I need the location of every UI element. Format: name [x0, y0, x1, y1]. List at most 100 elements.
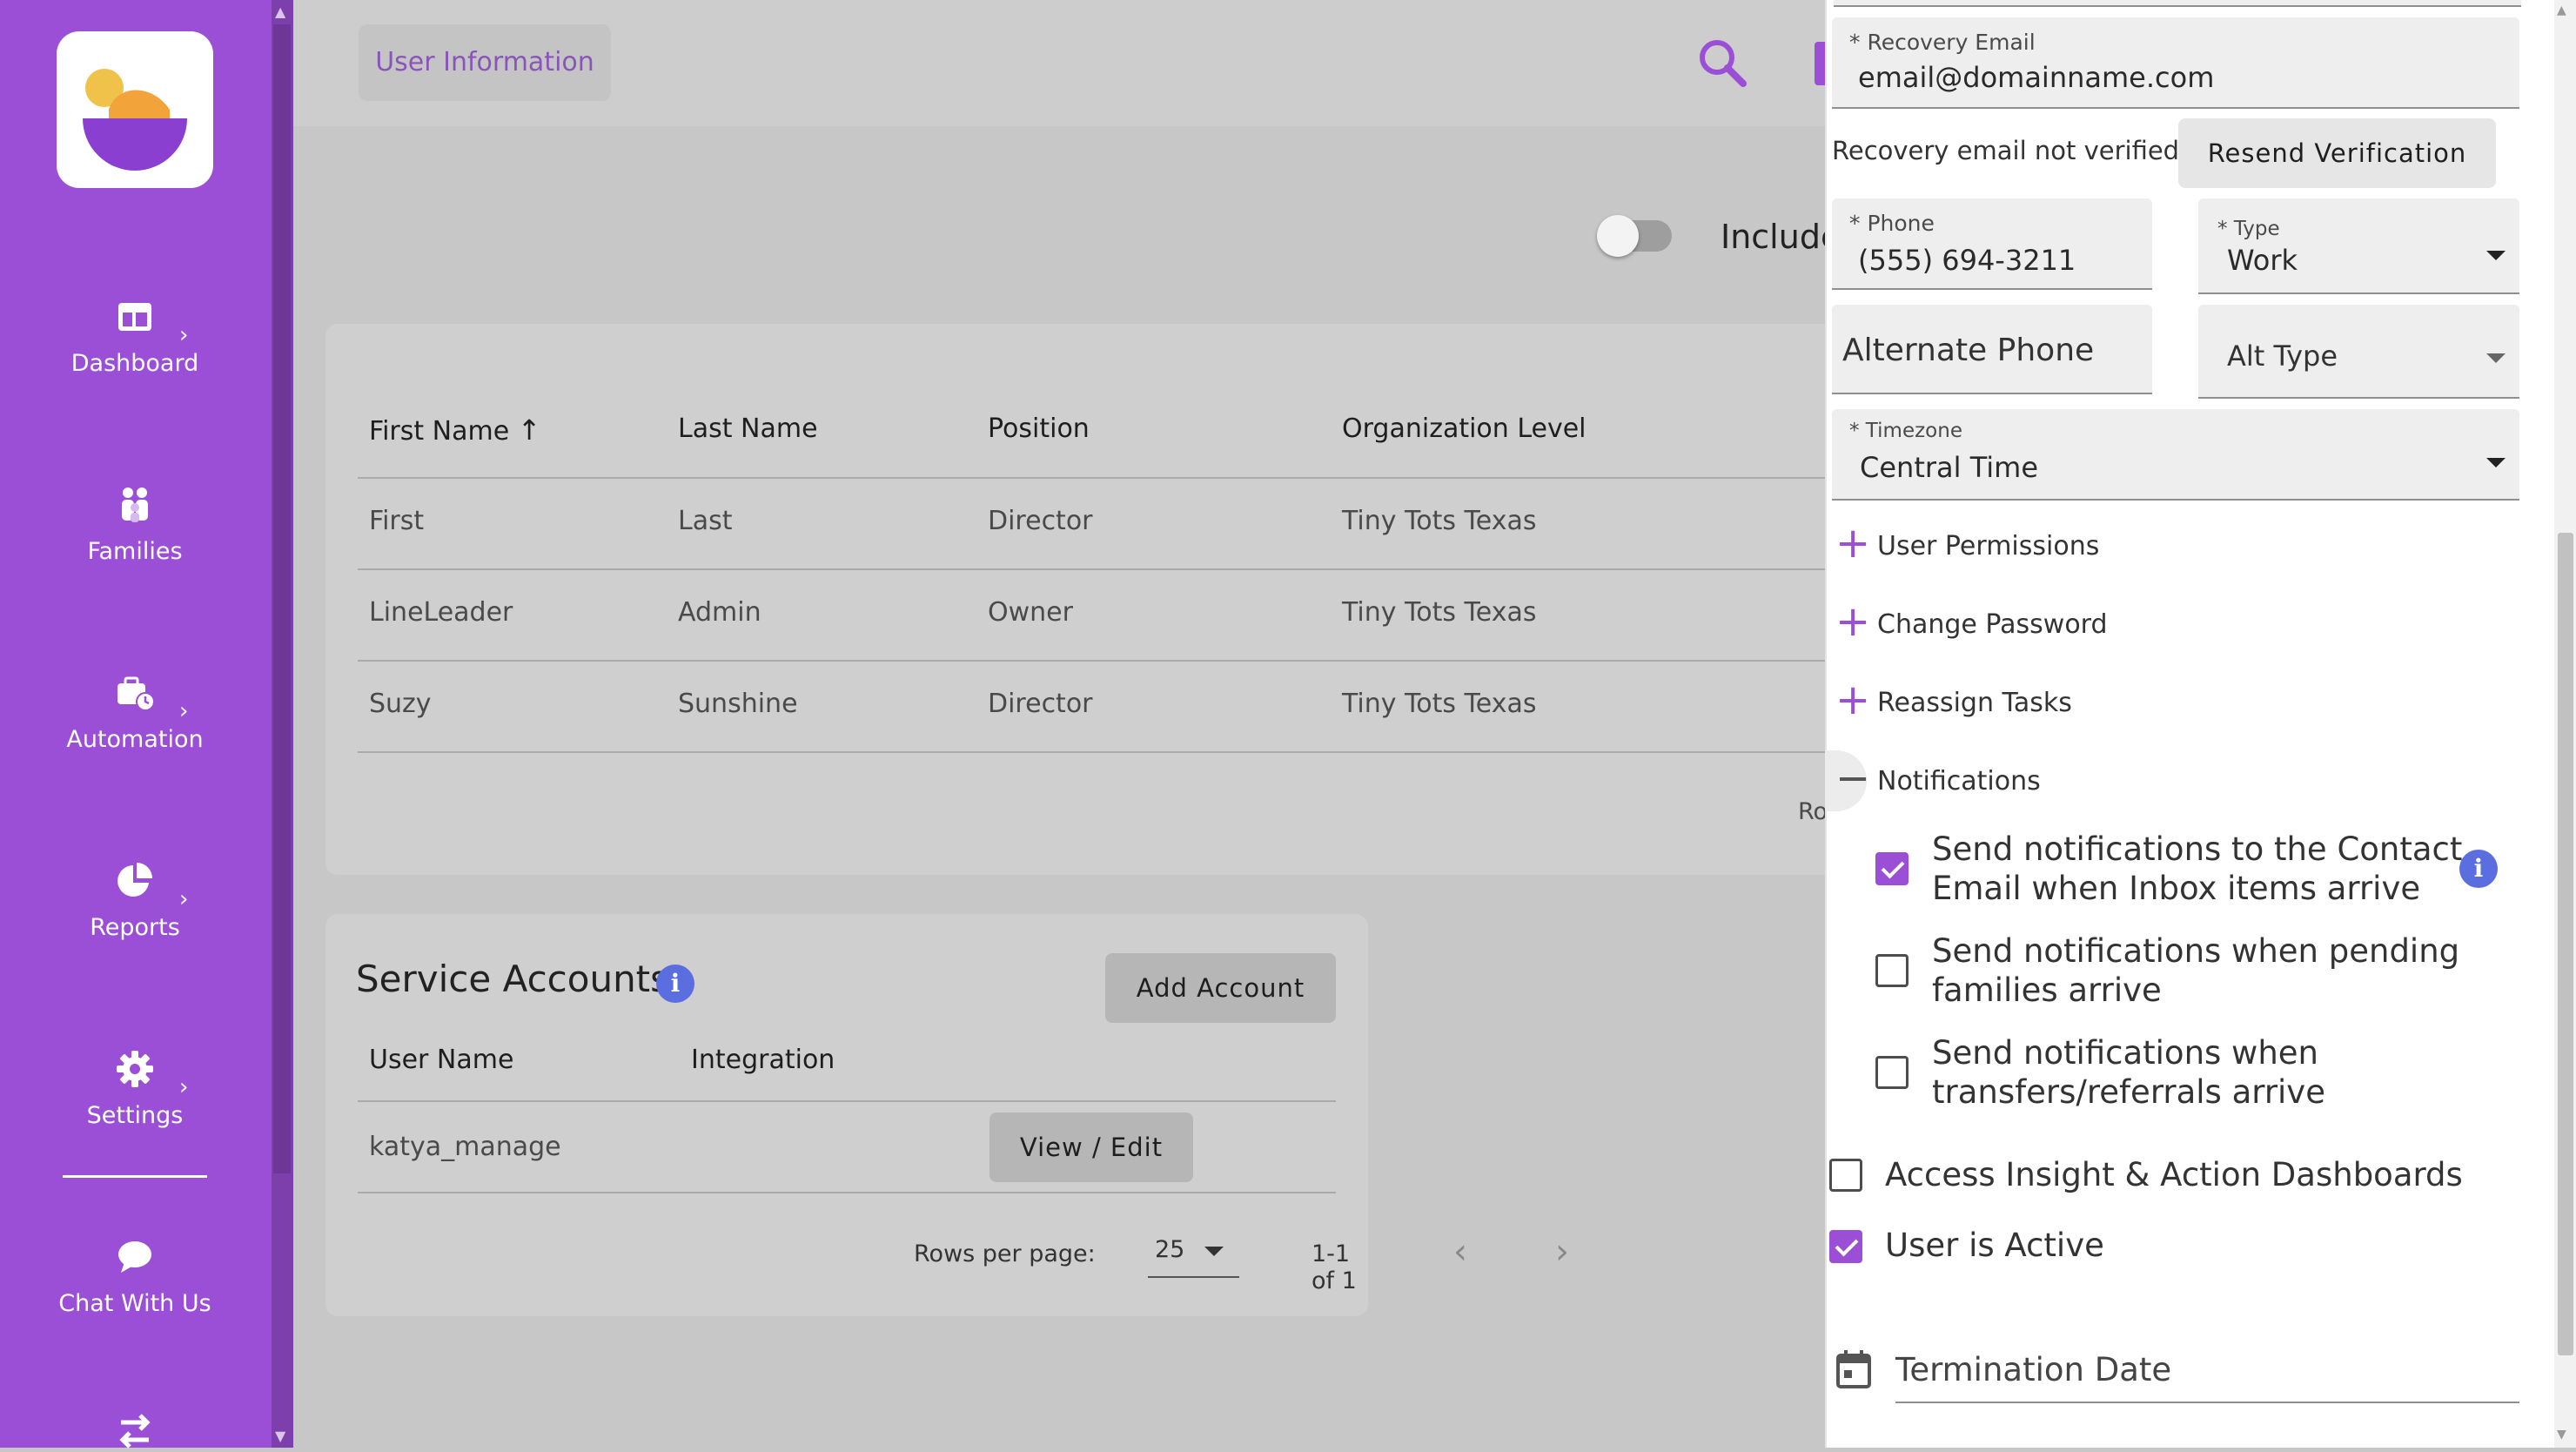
- cell-last-name: Admin: [678, 597, 761, 628]
- row-divider: [358, 751, 1857, 753]
- users-table-card: First Name ↑ Last Name Position Organiza…: [325, 324, 1859, 875]
- scroll-down-arrow-icon[interactable]: ▼: [275, 1428, 285, 1444]
- rows-per-page-select[interactable]: 25: [1148, 1227, 1239, 1278]
- add-account-button[interactable]: Add Account: [1105, 953, 1336, 1023]
- calendar-icon[interactable]: [1835, 1349, 1873, 1389]
- sidebar-item-switch[interactable]: [0, 1410, 270, 1452]
- include-label: Include: [1721, 218, 1841, 256]
- cell-last-name: Sunshine: [678, 689, 798, 719]
- verification-status: Recovery email not verified.: [1832, 136, 2188, 165]
- cell-last-name: Last: [678, 506, 733, 536]
- chevron-down-icon: [1204, 1247, 1224, 1256]
- section-user-permissions[interactable]: + User Permissions: [1825, 515, 2556, 576]
- notify-transfers-checkbox[interactable]: [1875, 1056, 1909, 1089]
- alternate-phone-field[interactable]: Alternate Phone: [1832, 305, 2152, 394]
- sidebar: ▲ ▼ Dashboard › Families Automation › Re…: [0, 0, 293, 1449]
- section-notifications[interactable]: − Notifications: [1825, 750, 2556, 811]
- dashboard-icon: [118, 303, 151, 331]
- column-header-organization-level[interactable]: Organization Level: [1342, 413, 1587, 444]
- column-header-integration[interactable]: Integration: [691, 1045, 835, 1075]
- toggle-knob: [1597, 215, 1639, 257]
- main-content: User Information Include First Name ↑ La…: [293, 0, 1859, 1448]
- row-divider: [358, 1192, 1336, 1193]
- sidebar-item-settings[interactable]: Settings ›: [0, 1048, 270, 1129]
- plus-icon: +: [1835, 597, 1871, 646]
- sort-ascending-icon: ↑: [517, 413, 541, 447]
- notify-inbox-checkbox[interactable]: [1875, 852, 1909, 885]
- cell-first-name: Suzy: [369, 689, 432, 719]
- alt-type-select[interactable]: Alt Type: [2198, 305, 2519, 399]
- cell-first-name: LineLeader: [369, 597, 513, 628]
- info-icon[interactable]: i: [2459, 850, 2498, 888]
- include-toggle[interactable]: [1597, 215, 1672, 257]
- sidebar-item-chat[interactable]: Chat With Us: [0, 1236, 270, 1317]
- notify-transfers-label: Send notifications when transfers/referr…: [1932, 1034, 2325, 1111]
- column-header-first-name[interactable]: First Name ↑: [369, 413, 541, 447]
- sidebar-item-dashboard[interactable]: Dashboard ›: [0, 296, 270, 377]
- chevron-right-icon: ›: [179, 322, 189, 348]
- chat-bubble-icon: [118, 1241, 151, 1273]
- sidebar-item-label: Automation: [66, 726, 204, 753]
- toolbar-button-edge[interactable]: [1815, 42, 1825, 85]
- top-bar: User Information: [293, 0, 1825, 126]
- column-header-user-name[interactable]: User Name: [369, 1045, 513, 1075]
- pagination-range: 1-1 of 1: [1311, 1240, 1357, 1294]
- user-active-checkbox[interactable]: [1829, 1230, 1862, 1263]
- cell-first-name: First: [369, 506, 425, 536]
- row-divider: [358, 660, 1857, 662]
- resend-verification-button[interactable]: Resend Verification: [2178, 118, 2496, 188]
- termination-date-field[interactable]: Termination Date: [1895, 1341, 2519, 1403]
- cell-organization-level: Tiny Tots Texas: [1342, 506, 1537, 536]
- families-icon: [122, 487, 148, 522]
- scroll-down-arrow-icon[interactable]: ▼: [2557, 1428, 2566, 1442]
- sidebar-item-label: Settings: [86, 1102, 184, 1129]
- column-header-position[interactable]: Position: [988, 413, 1090, 444]
- phone-type-select[interactable]: * Type Work: [2198, 198, 2519, 294]
- chevron-right-icon: ›: [179, 1074, 189, 1100]
- plus-icon: +: [1835, 519, 1871, 568]
- notify-pending-families-checkbox[interactable]: [1875, 954, 1909, 987]
- minus-icon: −: [1835, 754, 1871, 803]
- next-page-icon[interactable]: ›: [1555, 1232, 1569, 1272]
- scroll-up-arrow-icon[interactable]: ▲: [2557, 3, 2566, 17]
- header-divider: [358, 1100, 1336, 1102]
- rows-per-page-label: Rows per page:: [914, 1240, 1096, 1267]
- phone-field[interactable]: * Phone (555) 694-3211: [1832, 198, 2152, 290]
- chevron-down-icon: [2486, 353, 2506, 363]
- view-edit-button[interactable]: View / Edit: [989, 1113, 1193, 1182]
- sidebar-item-reports[interactable]: Reports ›: [0, 860, 270, 941]
- prev-page-icon[interactable]: ‹: [1453, 1232, 1467, 1272]
- info-icon[interactable]: i: [656, 965, 694, 1003]
- column-header-last-name[interactable]: Last Name: [678, 413, 818, 444]
- previous-field-edge[interactable]: [1834, 0, 2521, 7]
- recovery-email-field[interactable]: * Recovery Email email@domainname.com: [1832, 17, 2519, 109]
- section-change-password[interactable]: + Change Password: [1825, 594, 2556, 655]
- sidebar-item-automation[interactable]: Automation ›: [0, 672, 270, 753]
- gear-icon: [117, 1051, 153, 1087]
- cell-user-name: katya_manage: [369, 1132, 561, 1162]
- access-dashboards-label: Access Insight & Action Dashboards: [1885, 1156, 2463, 1193]
- sidebar-item-label: Dashboard: [70, 350, 199, 377]
- access-dashboards-checkbox[interactable]: [1829, 1159, 1862, 1192]
- sidebar-scrollbar-thumb[interactable]: [273, 24, 291, 1173]
- chevron-right-icon: ›: [179, 698, 189, 724]
- sidebar-item-label: Chat With Us: [58, 1290, 211, 1317]
- scroll-up-arrow-icon[interactable]: ▲: [275, 3, 285, 20]
- service-accounts-card: Service Accounts i Add Account User Name…: [325, 914, 1368, 1316]
- cell-position: Director: [988, 506, 1093, 536]
- search-icon[interactable]: [1696, 37, 1748, 89]
- notify-pending-families-label: Send notifications when pending families…: [1932, 932, 2460, 1009]
- app-logo[interactable]: [57, 31, 213, 188]
- notify-inbox-label: Send notifications to the Contact Email …: [1932, 830, 2463, 907]
- panel-scrollbar-thumb[interactable]: [2558, 533, 2573, 1355]
- chevron-right-icon: ›: [179, 886, 189, 912]
- tab-user-information[interactable]: User Information: [359, 24, 611, 101]
- header-divider: [358, 477, 1857, 479]
- section-reassign-tasks[interactable]: + Reassign Tasks: [1825, 672, 2556, 733]
- pie-chart-icon: [117, 863, 152, 897]
- timezone-select[interactable]: * Timezone Central Time: [1832, 409, 2519, 501]
- sidebar-item-families[interactable]: Families: [0, 484, 270, 565]
- chevron-down-icon: [2486, 458, 2506, 467]
- sidebar-item-label: Families: [87, 538, 183, 565]
- swap-arrows-icon: [119, 1414, 151, 1449]
